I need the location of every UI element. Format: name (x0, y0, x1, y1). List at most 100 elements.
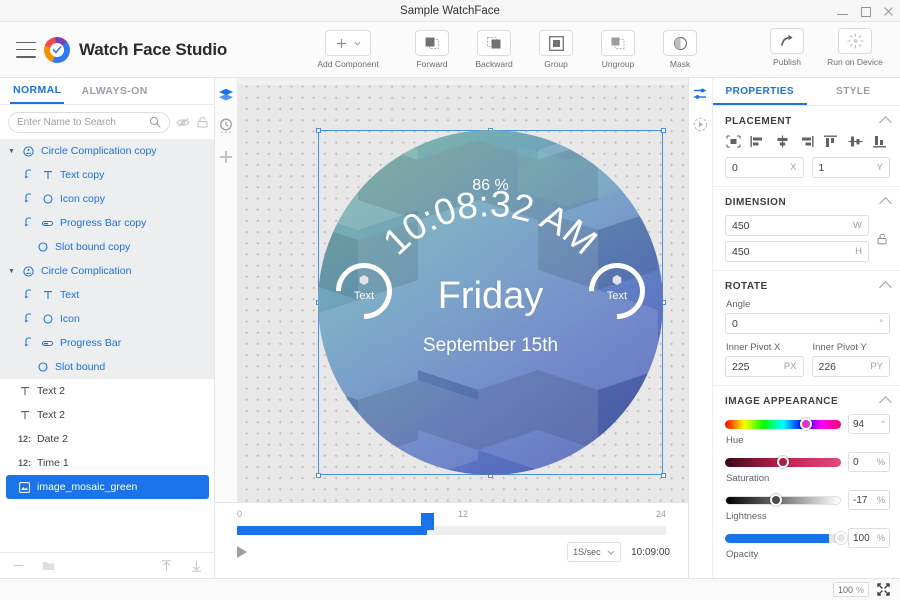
layer-item-slot-bound-copy[interactable]: Slot bound copy (0, 235, 214, 259)
timeline-ruler[interactable]: 0 12 24 (215, 503, 688, 537)
saturation-slider-knob[interactable] (777, 456, 789, 468)
playback-speed-select[interactable]: 1S/sec (567, 542, 622, 562)
maximize-button[interactable] (860, 6, 871, 17)
align-horizontal-center-icon[interactable] (774, 134, 791, 149)
tab-normal[interactable]: NORMAL (10, 78, 65, 104)
timeline-playhead[interactable] (421, 513, 434, 531)
align-left-icon[interactable] (749, 134, 766, 149)
folder-icon[interactable] (40, 558, 56, 574)
layer-item-progress-bar[interactable]: Progress Bar (0, 331, 214, 355)
chevron-down-icon[interactable]: ▼ (8, 148, 16, 155)
layer-item-slot-bound[interactable]: Slot bound (0, 355, 214, 379)
section-image-appearance-header[interactable]: IMAGE APPEARANCE (725, 395, 892, 409)
layer-item-image-mosaic-green[interactable]: image_mosaic_green (6, 475, 209, 499)
chevron-up-icon[interactable] (879, 396, 892, 409)
minimize-button[interactable] (837, 6, 848, 17)
watch-date-text: September 15th (422, 335, 559, 356)
complication-left[interactable]: Text (324, 251, 404, 331)
rotate-angle-field[interactable]: 0 ° (725, 313, 890, 334)
chevron-up-icon[interactable] (879, 281, 892, 294)
menu-icon[interactable] (16, 41, 36, 58)
pivot-x-field[interactable]: 225 PX (725, 356, 804, 377)
eye-off-icon[interactable] (176, 114, 190, 130)
align-center-both-icon[interactable] (725, 134, 742, 149)
chevron-down-icon[interactable]: ▼ (8, 268, 16, 275)
chevron-up-icon[interactable] (879, 116, 892, 129)
sliders-icon[interactable] (693, 86, 709, 102)
hue-slider[interactable] (725, 418, 841, 430)
tab-always-on[interactable]: ALWAYS-ON (78, 78, 150, 104)
watch-face-preview[interactable]: 86 % 10:08:32 AM Friday September 15th T… (318, 130, 663, 475)
layer-item-date-2[interactable]: 12: Date 2 (0, 427, 214, 451)
tab-properties[interactable]: PROPERTIES (713, 78, 807, 105)
lightness-slider[interactable] (725, 494, 841, 506)
time-icon[interactable] (218, 118, 234, 134)
ungroup-button[interactable]: Ungroup (587, 30, 649, 69)
add-component-button[interactable]: Add Component (317, 30, 379, 69)
run-on-device-button[interactable]: Run on Device (824, 28, 886, 67)
opacity-value-field[interactable]: 100 % (848, 528, 890, 548)
search-box[interactable] (8, 111, 170, 133)
opacity-slider[interactable] (725, 532, 847, 544)
layer-item-text-2-a[interactable]: Text 2 (0, 379, 214, 403)
circle-icon (41, 314, 54, 324)
backward-button[interactable]: Backward (463, 30, 525, 69)
group-button[interactable]: Group (525, 30, 587, 69)
layer-item-icon-copy[interactable]: Icon copy (0, 187, 214, 211)
section-title: IMAGE APPEARANCE (725, 395, 839, 407)
zoom-level-field[interactable]: 100 % (832, 582, 869, 597)
layers-icon[interactable] (218, 87, 234, 103)
align-bottom-icon[interactable] (871, 134, 888, 149)
timeline-range-fill[interactable] (237, 526, 427, 535)
window-controls (837, 0, 894, 22)
layer-item-text[interactable]: Text (0, 283, 214, 307)
layer-item-time-1[interactable]: 12: Time 1 (0, 451, 214, 475)
mask-button[interactable]: Mask (649, 30, 711, 69)
move-down-icon[interactable] (188, 558, 204, 574)
opacity-slider-knob[interactable] (835, 532, 847, 544)
dimension-height-field[interactable]: 450 H (725, 241, 869, 262)
layer-item-icon[interactable]: Icon (0, 307, 214, 331)
layer-item-progress-bar-copy[interactable]: Progress Bar copy (0, 211, 214, 235)
layer-item-text-2-b[interactable]: Text 2 (0, 403, 214, 427)
complication-right[interactable]: Text (577, 251, 657, 331)
layer-label: Time 1 (37, 457, 69, 469)
add-icon[interactable] (218, 149, 234, 165)
minus-icon[interactable] (10, 558, 26, 574)
section-rotate-header[interactable]: ROTATE (725, 280, 892, 294)
lightness-value-field[interactable]: -17 % (848, 490, 890, 510)
layer-item-text-copy[interactable]: Text copy (0, 163, 214, 187)
move-up-icon[interactable] (158, 558, 174, 574)
fit-to-screen-icon[interactable] (877, 583, 890, 596)
saturation-value-field[interactable]: 0 % (848, 452, 890, 472)
aspect-ratio-lock-open-icon[interactable] (874, 232, 890, 246)
forward-button[interactable]: Forward (401, 30, 463, 69)
section-dimension-header[interactable]: DIMENSION (725, 196, 892, 210)
saturation-slider[interactable] (725, 456, 841, 468)
placement-y-field[interactable]: 1 Y (811, 157, 890, 178)
placement-x-field[interactable]: 0 X (725, 157, 804, 178)
publish-button[interactable]: Publish (756, 28, 818, 67)
section-placement-header[interactable]: PLACEMENT (725, 115, 892, 129)
pivot-y-field[interactable]: 226 PY (811, 356, 890, 377)
layer-item-circle-complication-copy[interactable]: ▼ Circle Complication copy (0, 139, 214, 163)
dimension-width-field[interactable]: 450 W (725, 215, 869, 236)
placement-y-unit: Y (876, 162, 883, 173)
lock-open-icon[interactable] (196, 114, 209, 130)
search-input[interactable] (17, 116, 149, 128)
layer-item-circle-complication[interactable]: ▼ Circle Complication (0, 259, 214, 283)
hue-value-field[interactable]: 94 ° (848, 414, 890, 434)
align-vertical-center-icon[interactable] (847, 134, 864, 149)
play-circle-icon[interactable] (693, 116, 709, 132)
link-icon (22, 169, 35, 181)
hue-slider-knob[interactable] (800, 418, 813, 430)
design-canvas[interactable]: 86 % 10:08:32 AM Friday September 15th T… (238, 78, 688, 502)
lightness-slider-knob[interactable] (770, 494, 783, 506)
close-button[interactable] (883, 6, 894, 17)
tab-style[interactable]: STYLE (807, 78, 900, 105)
play-button[interactable] (237, 546, 247, 558)
align-top-icon[interactable] (822, 134, 839, 149)
chevron-up-icon[interactable] (879, 197, 892, 210)
layers-list[interactable]: ▼ Circle Complication copy Text copy Ico… (0, 139, 214, 552)
align-right-icon[interactable] (798, 134, 815, 149)
